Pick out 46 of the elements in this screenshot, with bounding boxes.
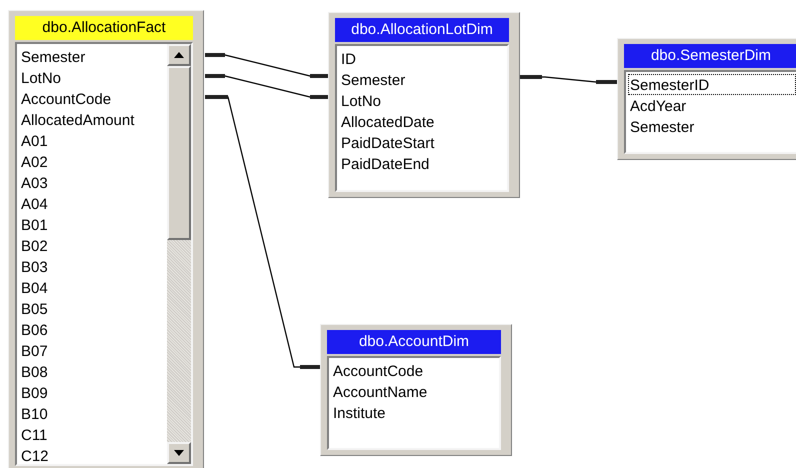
table-window[interactable]: dbo.AccountDim AccountCode AccountName Institute [320, 324, 512, 456]
column-name[interactable]: A01 [19, 130, 167, 151]
column-name[interactable]: AllocatedAmount [19, 109, 167, 130]
table-window[interactable]: dbo.AllocationLotDim ID Semester LotNo AllocatedDate PaidDateStart PaidDateEnd [328, 12, 520, 198]
column-name[interactable]: C12 [19, 445, 167, 464]
column-name[interactable]: A03 [19, 172, 167, 193]
column-name[interactable]: C11 [19, 424, 167, 445]
column-name[interactable]: B03 [19, 256, 167, 277]
table-title[interactable]: dbo.AccountDim [327, 330, 501, 354]
column-name[interactable]: A02 [19, 151, 167, 172]
column-name[interactable]: B02 [19, 235, 167, 256]
column-name[interactable]: AccountCode [331, 360, 499, 381]
table-title[interactable]: dbo.SemesterDim [624, 44, 796, 68]
column-name[interactable]: B06 [19, 319, 167, 340]
column-name[interactable]: AccountName [331, 381, 499, 402]
column-name[interactable]: SemesterID [628, 74, 796, 95]
scroll-thumb[interactable] [167, 66, 191, 240]
column-name[interactable]: B01 [19, 214, 167, 235]
column-name[interactable]: LotNo [339, 90, 507, 111]
column-name[interactable]: B04 [19, 277, 167, 298]
table-window[interactable]: dbo.SemesterDim SemesterID AcdYear Semester [617, 38, 796, 160]
column-name[interactable]: ID [339, 48, 507, 69]
column-name[interactable]: LotNo [19, 67, 167, 88]
column-name[interactable]: B10 [19, 403, 167, 424]
table-title[interactable]: dbo.AllocationFact [15, 16, 193, 40]
column-name[interactable]: AccountCode [19, 88, 167, 109]
scroll-up-button[interactable] [167, 44, 191, 66]
column-name[interactable]: Semester [19, 46, 167, 67]
column-name[interactable]: PaidDateStart [339, 132, 507, 153]
table-title[interactable]: dbo.AllocationLotDim [335, 18, 509, 42]
column-name[interactable]: B08 [19, 361, 167, 382]
column-name[interactable]: Semester [628, 116, 796, 137]
column-name[interactable]: A04 [19, 193, 167, 214]
column-name[interactable]: AllocatedDate [339, 111, 507, 132]
column-name[interactable]: PaidDateEnd [339, 153, 507, 174]
column-name[interactable]: Semester [339, 69, 507, 90]
scrollbar[interactable] [167, 44, 191, 464]
down-arrow-icon [174, 450, 184, 456]
column-name[interactable]: AcdYear [628, 95, 796, 116]
table-window[interactable]: dbo.AllocationFact Semester LotNo AccountCode AllocatedAmount A01 A02 A03 A04 B01 B02 B03 B04 B05 B06 B07 B08 B09 B10 C11 C12 [8, 10, 204, 468]
scroll-down-button[interactable] [167, 442, 191, 464]
up-arrow-icon [174, 52, 184, 58]
column-name[interactable]: B09 [19, 382, 167, 403]
column-name[interactable]: Institute [331, 402, 499, 423]
column-name[interactable]: B05 [19, 298, 167, 319]
column-name[interactable]: B07 [19, 340, 167, 361]
